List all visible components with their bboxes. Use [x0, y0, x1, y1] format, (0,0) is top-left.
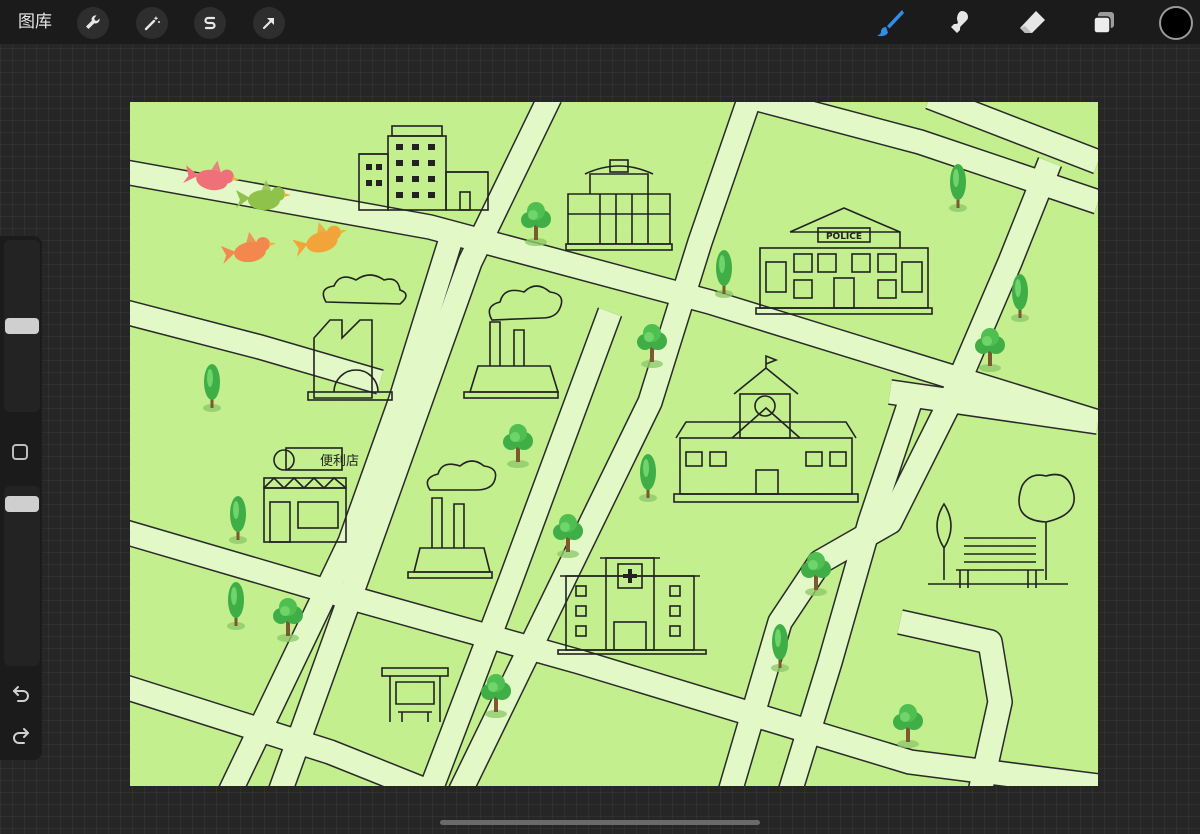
- opacity-slider[interactable]: [4, 486, 40, 666]
- color-picker-button[interactable]: [1159, 6, 1193, 40]
- eraser-button[interactable]: [1016, 7, 1048, 39]
- layers-icon: [1093, 12, 1114, 34]
- selection-button[interactable]: [194, 7, 226, 39]
- undo-icon[interactable]: [10, 682, 32, 704]
- brush-size-slider[interactable]: [4, 240, 40, 412]
- transform-button[interactable]: [253, 7, 285, 39]
- adjustments-button[interactable]: [136, 7, 168, 39]
- smudge-icon: [951, 11, 968, 33]
- opacity-handle[interactable]: [5, 496, 39, 512]
- city-map-artwork: POLICE 便利店: [130, 102, 1098, 786]
- brush-size-handle[interactable]: [5, 318, 39, 334]
- actions-button[interactable]: [77, 7, 109, 39]
- transform-arrow-icon: [262, 17, 275, 30]
- store-sign: 便利店: [320, 454, 359, 469]
- selection-icon: [204, 16, 216, 30]
- gallery-button[interactable]: 图库: [18, 11, 52, 33]
- magic-wand-icon: [144, 16, 160, 31]
- smudge-button[interactable]: [944, 7, 976, 39]
- home-indicator: [440, 820, 760, 825]
- wrench-icon: [86, 15, 100, 29]
- police-sign: POLICE: [826, 232, 862, 242]
- brush-button[interactable]: [874, 7, 906, 39]
- layers-button[interactable]: [1088, 7, 1120, 39]
- eraser-icon: [1020, 11, 1045, 33]
- brush-icon: [877, 10, 904, 37]
- top-toolbar: 图库: [0, 0, 1200, 44]
- redo-icon[interactable]: [10, 724, 32, 746]
- left-sidebar: [0, 236, 42, 760]
- drawing-canvas[interactable]: POLICE 便利店: [130, 102, 1098, 786]
- modify-button[interactable]: [12, 444, 28, 460]
